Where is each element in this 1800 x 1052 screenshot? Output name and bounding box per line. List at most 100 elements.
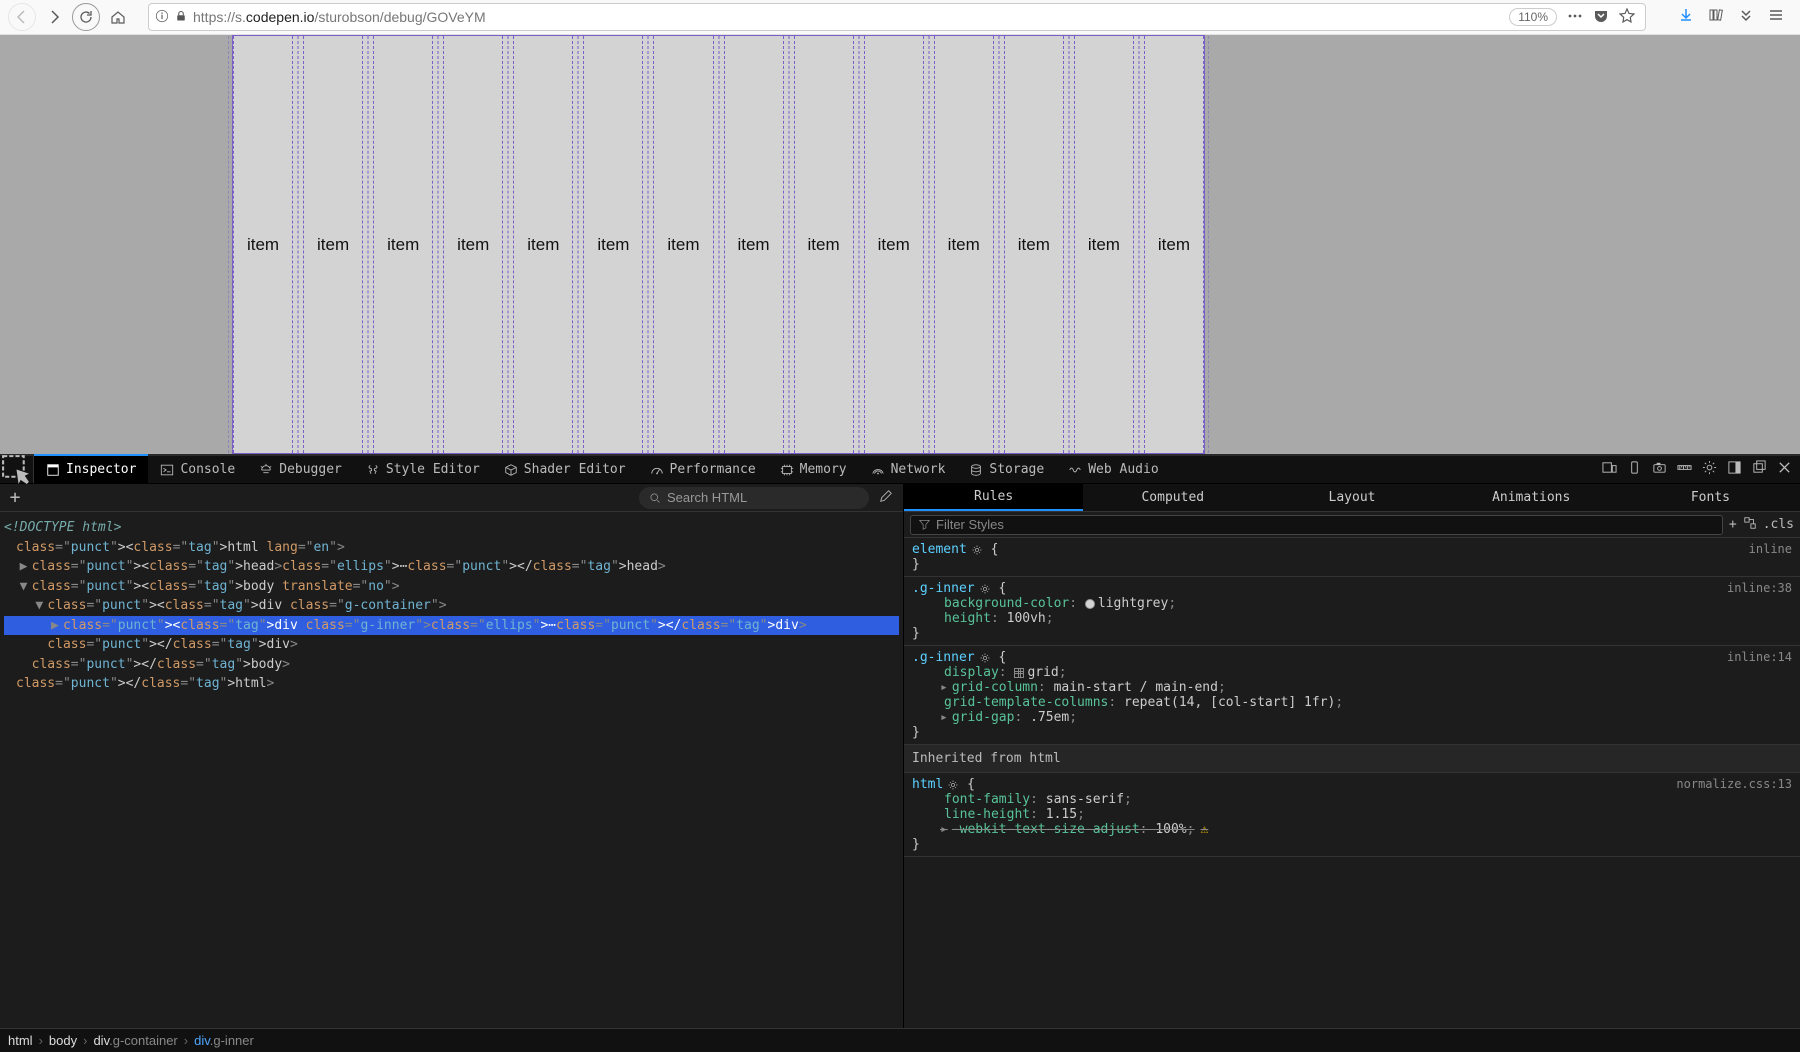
- url-text: https://s.codepen.io/sturobson/debug/GOV…: [193, 9, 1503, 25]
- dom-node[interactable]: class="punct"></class="tag">div>: [4, 635, 899, 655]
- dom-search-placeholder: Search HTML: [667, 490, 747, 505]
- css-declaration[interactable]: font-family: sans-serif;: [912, 792, 1792, 807]
- element-picker-icon[interactable]: [0, 456, 34, 483]
- css-rule[interactable]: inlineelement {}: [904, 538, 1800, 577]
- rules-tab-rules[interactable]: Rules: [904, 484, 1083, 511]
- rulers-icon[interactable]: [1677, 460, 1692, 479]
- dom-search-input[interactable]: Search HTML: [639, 487, 869, 509]
- css-declaration[interactable]: height: 100vh;: [912, 611, 1792, 626]
- devtools-tab-console[interactable]: Console: [148, 456, 247, 483]
- dom-node[interactable]: <!DOCTYPE html>: [4, 518, 899, 538]
- dom-node[interactable]: class="punct"><class="tag">html lang="en…: [4, 538, 899, 558]
- rules-tab-fonts[interactable]: Fonts: [1621, 484, 1800, 511]
- url-bar[interactable]: https://s.codepen.io/sturobson/debug/GOV…: [148, 3, 1646, 31]
- rules-list[interactable]: inlineelement {}inline:38.g-inner { back…: [904, 538, 1800, 1028]
- bookmark-star-icon[interactable]: [1619, 8, 1635, 27]
- cls-toggle[interactable]: .cls: [1763, 517, 1794, 532]
- css-declaration[interactable]: ▸grid-gap: .75em;: [912, 710, 1792, 725]
- filter-styles-placeholder: Filter Styles: [936, 517, 1004, 532]
- rule-source[interactable]: normalize.css:13: [1676, 777, 1792, 791]
- css-declaration[interactable]: background-color: lightgrey;: [912, 596, 1792, 611]
- menu-icon[interactable]: [1768, 7, 1784, 28]
- grid-item: item: [1074, 36, 1134, 453]
- responsive-mode-icon[interactable]: [1602, 460, 1617, 479]
- dom-node[interactable]: ▶class="punct"><class="tag">head>class="…: [4, 557, 899, 577]
- filter-styles-input[interactable]: Filter Styles: [910, 515, 1723, 535]
- devtools-tab-storage[interactable]: Storage: [957, 456, 1056, 483]
- css-declaration[interactable]: display: grid;: [912, 665, 1792, 680]
- browser-toolbar: https://s.codepen.io/sturobson/debug/GOV…: [0, 0, 1800, 35]
- grid-item: item: [303, 36, 363, 453]
- grid-item: item: [794, 36, 854, 453]
- breadcrumb[interactable]: html›body›div.g-container›div.g-inner: [0, 1028, 1800, 1052]
- pseudo-class-icon[interactable]: [1743, 516, 1757, 534]
- library-icon[interactable]: [1708, 7, 1724, 28]
- dom-tree[interactable]: <!DOCTYPE html> class="punct"><class="ta…: [0, 512, 903, 1028]
- rules-tab-layout[interactable]: Layout: [1262, 484, 1441, 511]
- lock-icon: [175, 9, 187, 25]
- dom-panel: + Search HTML <!DOCTYPE html> class="pun…: [0, 484, 904, 1028]
- devtools-tab-debugger[interactable]: Debugger: [247, 456, 354, 483]
- zoom-badge[interactable]: 110%: [1509, 8, 1557, 26]
- breadcrumb-separator: ›: [39, 1033, 43, 1048]
- pocket-icon[interactable]: [1593, 8, 1609, 27]
- site-info-icon[interactable]: [155, 9, 169, 26]
- dom-node[interactable]: class="punct"></class="tag">html>: [4, 674, 899, 694]
- overflow-icon[interactable]: [1738, 7, 1754, 28]
- css-declaration[interactable]: line-height: 1.15;: [912, 807, 1792, 822]
- home-button[interactable]: [104, 3, 132, 31]
- downloads-icon[interactable]: [1678, 7, 1694, 28]
- css-declaration[interactable]: ▸grid-column: main-start / main-end;: [912, 680, 1792, 695]
- camera-icon[interactable]: [1652, 460, 1667, 479]
- devtools-tab-inspector[interactable]: Inspector: [34, 454, 148, 483]
- devtools-tab-style-editor[interactable]: Style Editor: [354, 456, 492, 483]
- settings-gear-icon[interactable]: [1702, 460, 1717, 479]
- rules-tab-animations[interactable]: Animations: [1442, 484, 1621, 511]
- css-declaration[interactable]: ▸-webkit-text-size-adjust: 100%;⚠: [912, 822, 1792, 837]
- css-rule[interactable]: inline:14.g-inner { display: grid;▸grid-…: [904, 646, 1800, 745]
- edit-html-icon[interactable]: [869, 489, 903, 507]
- breadcrumb-item[interactable]: div.g-container: [93, 1033, 177, 1048]
- grid-item: item: [1004, 36, 1064, 453]
- close-devtools-icon[interactable]: [1777, 460, 1792, 479]
- add-element-button[interactable]: +: [0, 487, 30, 508]
- devtools-tab-memory[interactable]: Memory: [768, 456, 859, 483]
- reload-button[interactable]: [72, 3, 100, 31]
- grid-item: item: [934, 36, 994, 453]
- grid-item: item: [864, 36, 924, 453]
- rule-source[interactable]: inline: [1749, 542, 1792, 556]
- devtools-tab-web-audio[interactable]: Web Audio: [1056, 456, 1170, 483]
- breadcrumb-item[interactable]: body: [49, 1033, 77, 1048]
- css-declaration[interactable]: grid-template-columns: repeat(14, [col-s…: [912, 695, 1792, 710]
- back-button[interactable]: [8, 3, 36, 31]
- breadcrumb-item[interactable]: div.g-inner: [194, 1033, 254, 1048]
- forward-button[interactable]: [40, 3, 68, 31]
- dock-side-icon[interactable]: [1727, 460, 1742, 479]
- rule-source[interactable]: inline:38: [1727, 581, 1792, 595]
- grid-item: item: [233, 36, 293, 453]
- grid-item: item: [443, 36, 503, 453]
- dom-node[interactable]: ▼class="punct"><class="tag">div class="g…: [4, 596, 899, 616]
- rule-source[interactable]: inline:14: [1727, 650, 1792, 664]
- screenshot-node-icon[interactable]: [1627, 460, 1642, 479]
- rules-tabbar: RulesComputedLayoutAnimationsFonts: [904, 484, 1800, 512]
- add-rule-icon[interactable]: +: [1729, 517, 1737, 532]
- devtools-tab-shader-editor[interactable]: Shader Editor: [492, 456, 638, 483]
- css-rule[interactable]: inline:38.g-inner { background-color: li…: [904, 577, 1800, 646]
- popout-icon[interactable]: [1752, 460, 1767, 479]
- dom-node[interactable]: class="punct"></class="tag">body>: [4, 655, 899, 675]
- dom-node[interactable]: ▶class="punct"><class="tag">div class="g…: [4, 616, 899, 636]
- rules-panel: RulesComputedLayoutAnimationsFonts Filte…: [904, 484, 1800, 1028]
- grid-item: item: [513, 36, 573, 453]
- grid-item: item: [373, 36, 433, 453]
- breadcrumb-item[interactable]: html: [8, 1033, 33, 1048]
- dom-node[interactable]: ▼class="punct"><class="tag">body transla…: [4, 577, 899, 597]
- breadcrumb-separator: ›: [184, 1033, 188, 1048]
- rules-tab-computed[interactable]: Computed: [1083, 484, 1262, 511]
- devtools-tab-network[interactable]: Network: [859, 456, 958, 483]
- page-actions-icon[interactable]: [1567, 8, 1583, 27]
- devtools: InspectorConsoleDebuggerStyle EditorShad…: [0, 454, 1800, 1052]
- css-rule[interactable]: normalize.css:13html { font-family: sans…: [904, 773, 1800, 857]
- page-viewport: itemitemitemitemitemitemitemitemitemitem…: [0, 35, 1800, 454]
- devtools-tab-performance[interactable]: Performance: [638, 456, 768, 483]
